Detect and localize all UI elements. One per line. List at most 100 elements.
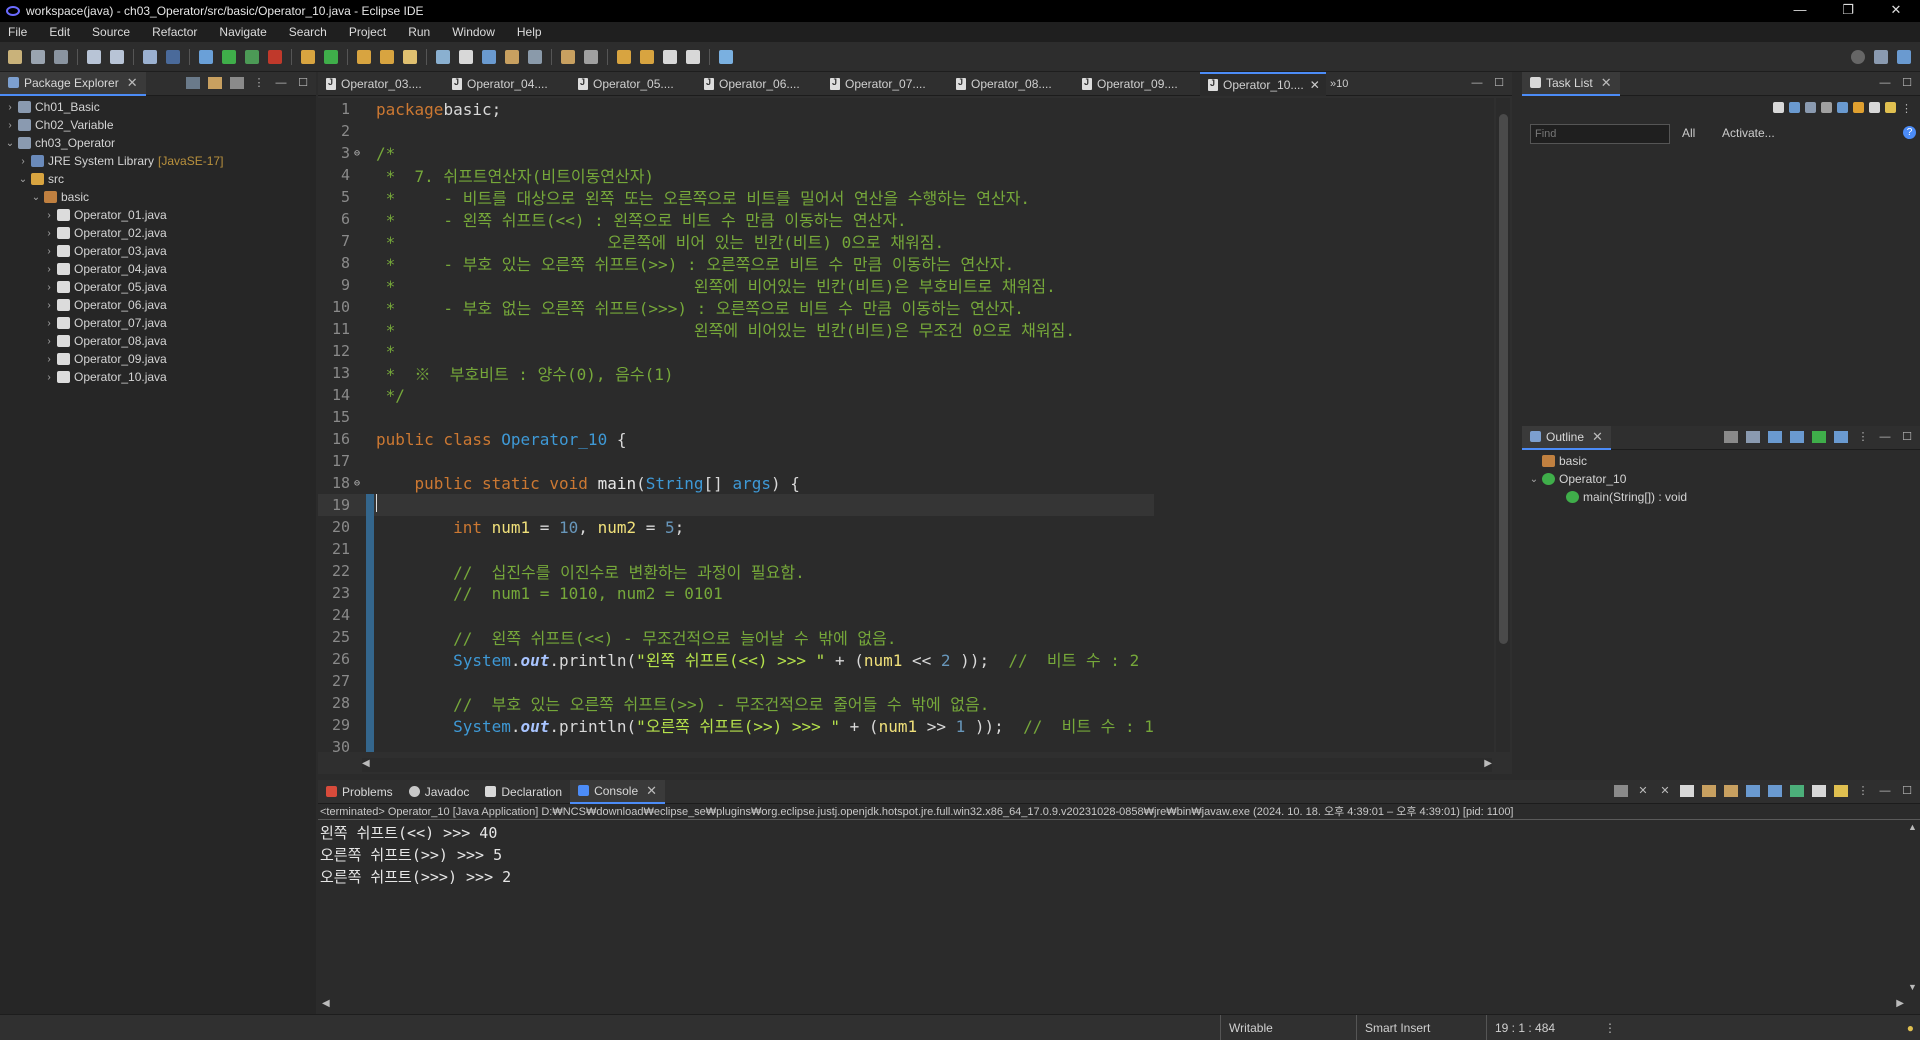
minimize-button[interactable]: — [1776, 0, 1824, 22]
scheduled-icon[interactable] [1805, 102, 1816, 113]
hide-non-public-icon[interactable] [1834, 431, 1848, 443]
run-icon[interactable] [222, 49, 236, 64]
open-console-icon[interactable] [1834, 785, 1848, 797]
chevron-down-icon[interactable]: ⌄ [4, 138, 16, 149]
toggle-word-wrap-icon[interactable] [459, 49, 473, 64]
chevron-right-icon[interactable]: › [4, 120, 16, 131]
tab-console[interactable]: Console ✕ [570, 779, 666, 804]
chevron-right-icon[interactable]: › [43, 282, 55, 293]
insert-mode-status[interactable]: Smart Insert [1356, 1015, 1486, 1040]
fold-marker-icon[interactable]: ⊖ [354, 148, 366, 159]
hide-fields-icon[interactable] [1790, 431, 1804, 443]
editor-tab[interactable]: Operator_08.... [948, 72, 1074, 96]
remove-launch-icon[interactable]: ✕ [1636, 785, 1650, 797]
tree-item[interactable]: › Operator_05.java [0, 278, 316, 296]
tab-package-explorer[interactable]: Package Explorer ✕ [0, 71, 146, 96]
editor-vertical-scrollbar[interactable] [1496, 98, 1510, 752]
outline-item[interactable]: ⌄ Operator_10 [1522, 470, 1920, 488]
pin-console-icon[interactable] [1790, 785, 1804, 797]
cursor-position-status[interactable]: 19 : 1 : 484 [1486, 1015, 1596, 1040]
chevron-right-icon[interactable]: › [43, 210, 55, 221]
tab-declaration[interactable]: Declaration [477, 780, 570, 804]
forward-arrow-icon[interactable] [686, 49, 700, 64]
editor-tab[interactable]: Operator_09.... [1074, 72, 1200, 96]
editor-tab[interactable]: Operator_10.... ✕ [1200, 71, 1326, 96]
maximize-icon[interactable]: ☐ [1900, 431, 1914, 443]
new-java-class-icon[interactable] [324, 49, 338, 64]
collapse-all-icon[interactable] [1746, 431, 1760, 443]
coverage-icon[interactable] [245, 49, 259, 64]
forward-history-icon[interactable] [640, 49, 654, 64]
next-annotation-icon[interactable] [561, 49, 575, 64]
new-java-project-icon[interactable] [301, 49, 315, 64]
show-on-error-icon[interactable] [1768, 785, 1782, 797]
editor-tab[interactable]: Operator_07.... [822, 72, 948, 96]
scroll-right-icon[interactable]: ▶ [1484, 758, 1492, 769]
tab-outline[interactable]: Outline ✕ [1522, 425, 1611, 450]
task-filter-all-link[interactable]: All [1682, 126, 1695, 140]
tree-item[interactable]: › Operator_08.java [0, 332, 316, 350]
pilcrow-icon[interactable] [528, 49, 542, 64]
toggle-mark-occurrences-icon[interactable] [436, 49, 450, 64]
save-all-icon[interactable] [54, 49, 68, 64]
scroll-down-icon[interactable]: ▼ [1908, 982, 1917, 992]
tree-item[interactable]: ⌄ src [0, 170, 316, 188]
collapse-all-icon[interactable] [186, 77, 200, 89]
minimize-icon[interactable]: — [1878, 785, 1892, 797]
view-menu-icon[interactable]: ⋮ [252, 77, 266, 89]
open-perspective-icon[interactable] [1874, 49, 1888, 64]
status-menu-icon[interactable]: ⋮ [1604, 1015, 1616, 1040]
editor-tab[interactable]: Operator_05.... [570, 72, 696, 96]
view-menu-icon[interactable]: ⋮ [1856, 785, 1870, 797]
tree-item[interactable]: › JRE System Library [JavaSE-17] [0, 152, 316, 170]
close-icon[interactable]: ✕ [646, 783, 657, 799]
tree-item[interactable]: › Operator_02.java [0, 224, 316, 242]
chevron-right-icon[interactable]: › [43, 228, 55, 239]
last-edit-location-icon[interactable] [617, 49, 631, 64]
hide-static-icon[interactable] [1812, 431, 1826, 443]
sort-icon[interactable] [1853, 102, 1864, 113]
scroll-left-icon[interactable]: ◀ [322, 998, 330, 1009]
word-wrap-icon[interactable] [1724, 785, 1738, 797]
show-on-output-icon[interactable] [1746, 785, 1760, 797]
clear-console-icon[interactable] [1680, 785, 1694, 797]
minimize-icon[interactable]: — [274, 77, 288, 89]
chevron-right-icon[interactable]: › [43, 372, 55, 383]
console-vertical-scrollbar[interactable]: ▲ ▼ [1906, 822, 1918, 992]
sync-icon[interactable] [1885, 102, 1896, 113]
tree-item[interactable]: › Operator_06.java [0, 296, 316, 314]
chevron-right-icon[interactable]: › [43, 318, 55, 329]
code-editor[interactable]: 1 packagebasic; 2 3 ⊖/* 4 * 7. 쉬프트연산자(비트이동연산자… [318, 98, 1494, 752]
back-arrow-icon[interactable] [663, 49, 677, 64]
menu-window[interactable]: Window [452, 25, 495, 39]
remove-all-terminated-icon[interactable]: ✕ [1658, 785, 1672, 797]
tree-item[interactable]: › Operator_09.java [0, 350, 316, 368]
tree-item[interactable]: ⌄ basic [0, 188, 316, 206]
menu-help[interactable]: Help [517, 25, 542, 39]
tree-item[interactable]: › Ch02_Variable [0, 116, 316, 134]
editor-tab[interactable]: Operator_03.... [318, 72, 444, 96]
collapse-all-icon[interactable] [1869, 102, 1880, 113]
task-activate-link[interactable]: Activate... [1722, 126, 1775, 140]
close-window-button[interactable]: ✕ [1872, 0, 1920, 22]
java-perspective-icon[interactable] [1897, 49, 1911, 64]
menu-search[interactable]: Search [289, 25, 327, 39]
categorized-icon[interactable] [1789, 102, 1800, 113]
maximize-icon[interactable]: ☐ [296, 77, 310, 89]
menu-run[interactable]: Run [408, 25, 430, 39]
scroll-left-icon[interactable]: ◀ [362, 758, 370, 769]
outline-item[interactable]: basic [1522, 452, 1920, 470]
chevron-right-icon[interactable]: › [43, 336, 55, 347]
close-icon[interactable]: ✕ [1592, 429, 1603, 445]
close-icon[interactable]: ✕ [1601, 75, 1612, 91]
help-icon[interactable]: ? [1903, 126, 1916, 139]
block-selection-icon[interactable] [482, 49, 496, 64]
scroll-up-icon[interactable]: ▲ [1908, 822, 1917, 832]
maximize-icon[interactable]: ☐ [1492, 77, 1506, 89]
chevron-right-icon[interactable]: › [4, 102, 16, 113]
new-task-icon[interactable] [1773, 102, 1784, 113]
pin-editor-icon[interactable] [719, 49, 733, 64]
display-selected-console-icon[interactable] [1812, 785, 1826, 797]
undo-icon[interactable] [87, 49, 101, 64]
scrollbar-thumb[interactable] [1499, 114, 1508, 644]
